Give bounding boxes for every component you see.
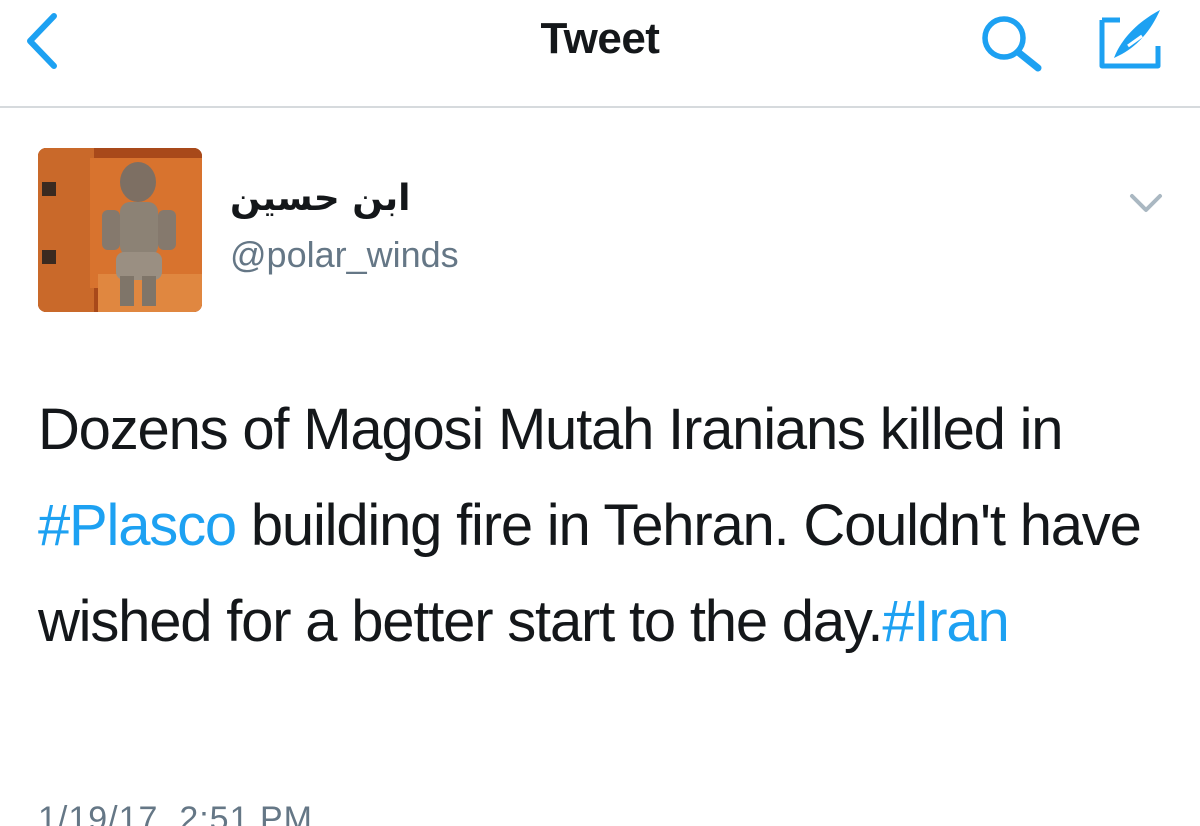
search-button[interactable] xyxy=(976,12,1046,74)
chevron-down-icon xyxy=(1130,194,1162,212)
compose-button[interactable] xyxy=(1094,6,1170,72)
tweet-text-segment: Dozens of Magosi Mutah Iranians killed i… xyxy=(38,397,1064,462)
tweet-options-button[interactable] xyxy=(1126,186,1166,218)
avatar[interactable] xyxy=(38,148,202,312)
author-display-name[interactable]: ابن حسين xyxy=(230,178,410,219)
hashtag-link-iran[interactable]: #Iran xyxy=(882,589,1009,654)
author-handle[interactable]: @polar_winds xyxy=(230,234,459,276)
hashtag-link-plasco[interactable]: #Plasco xyxy=(38,493,237,558)
tweet-timestamp: 1/19/17, 2:51 PM xyxy=(38,800,313,826)
navigation-bar: Tweet xyxy=(0,0,1200,108)
profile-photo-image xyxy=(38,148,202,312)
compose-icon xyxy=(1099,10,1161,69)
tweet-text: Dozens of Magosi Mutah Iranians killed i… xyxy=(38,382,1178,670)
tweet-detail-screen: Tweet ابن حسين @polar_winds Dozens of Ma… xyxy=(0,0,1200,826)
search-icon xyxy=(982,16,1042,72)
